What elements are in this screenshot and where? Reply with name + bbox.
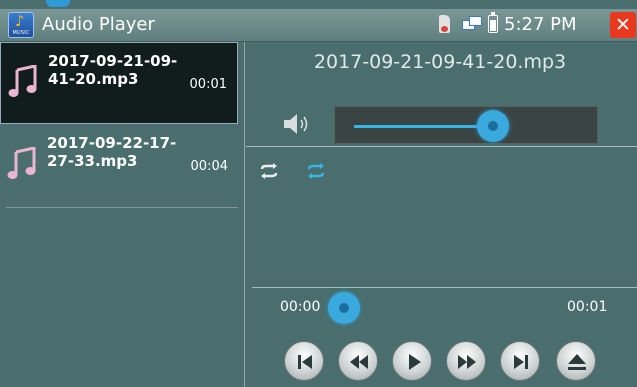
play-icon: [409, 354, 421, 370]
app-icon-caption: MUSIC: [12, 30, 30, 36]
skip-next-button[interactable]: [500, 341, 540, 381]
network-icon: [462, 16, 482, 32]
play-button[interactable]: [392, 341, 432, 381]
repeat-one-icon[interactable]: [305, 163, 327, 179]
app-title: Audio Player: [42, 14, 155, 35]
music-note-icon: [7, 147, 36, 179]
section-divider: [246, 146, 637, 147]
close-icon: ✕: [615, 14, 631, 36]
top-notch: [46, 0, 70, 7]
playlist-item-duration: 00:04: [190, 159, 228, 174]
skip-previous-icon: [298, 355, 312, 369]
current-time: 00:00: [280, 299, 321, 315]
close-button[interactable]: ✕: [610, 12, 636, 38]
volume-control: [250, 104, 637, 144]
seek-slider-handle[interactable]: [328, 292, 360, 324]
eject-icon: [568, 354, 586, 370]
fast-forward-button[interactable]: [446, 341, 486, 381]
seek-bar[interactable]: [252, 287, 637, 288]
fast-forward-icon: [458, 355, 476, 369]
speaker-icon[interactable]: [283, 113, 313, 135]
playback-controls: [284, 341, 604, 385]
music-note-icon: [8, 65, 37, 97]
repeat-all-icon[interactable]: [258, 163, 280, 179]
music-note-icon: ♪: [15, 12, 25, 30]
battery-icon: [488, 12, 498, 33]
playlist-item-1[interactable]: 2017-09-21-09- 41-20.mp3 00:01: [0, 42, 238, 124]
eject-button[interactable]: [556, 341, 596, 381]
rewind-icon: [350, 355, 368, 369]
playlist-item-duration: 00:01: [189, 77, 227, 92]
playlist-item-name: 2017-09-21-09- 41-20.mp3: [48, 52, 178, 88]
volume-slider[interactable]: [334, 106, 598, 144]
volume-level: [354, 125, 493, 128]
rewind-button[interactable]: [338, 341, 378, 381]
now-playing-title: 2017-09-21-09-41-20.mp3: [313, 51, 567, 73]
music-app-icon: ♪ MUSIC: [8, 12, 34, 38]
volume-slider-handle[interactable]: [476, 110, 509, 142]
sd-card-icon: [439, 15, 450, 33]
title-bar: ♪ MUSIC Audio Player 5:27 PM ✕: [0, 9, 637, 42]
playlist-divider: [6, 207, 238, 208]
skip-next-icon: [514, 355, 528, 369]
playlist-item-2[interactable]: 2017-09-22-17- 27-33.mp3 00:04: [0, 125, 238, 207]
status-time: 5:27 PM: [504, 14, 577, 35]
total-time: 00:01: [567, 299, 608, 315]
skip-previous-button[interactable]: [284, 341, 324, 381]
playlist-panel[interactable]: 2017-09-21-09- 41-20.mp3 00:01 2017-09-22…: [0, 42, 245, 387]
playlist-item-name: 2017-09-22-17- 27-33.mp3: [47, 134, 177, 170]
